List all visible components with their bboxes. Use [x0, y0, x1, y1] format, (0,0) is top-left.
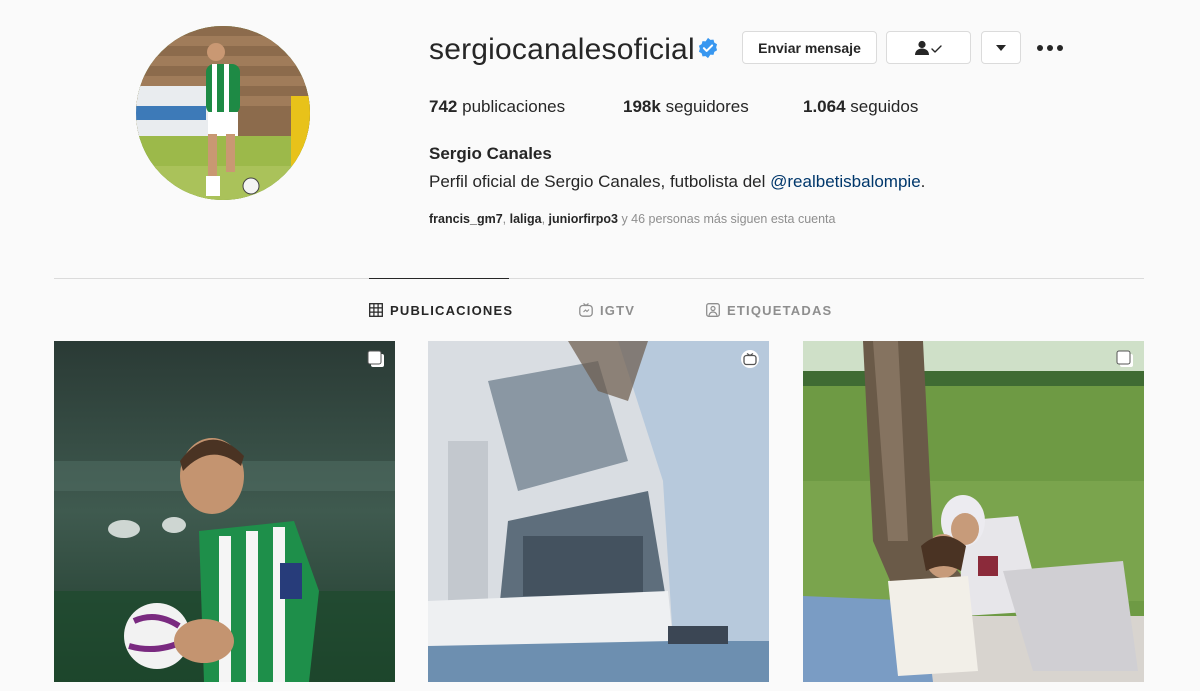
followed-by-suffix: y 46 personas más siguen esta cuenta: [617, 212, 836, 226]
carousel-icon: [1116, 350, 1133, 367]
send-message-button[interactable]: Enviar mensaje: [742, 31, 877, 64]
bio-mention-link[interactable]: @realbetisbalompie: [770, 172, 921, 191]
post-image: [428, 341, 769, 682]
followers-count-label: seguidores: [665, 97, 749, 116]
followed-by-separator: ,: [502, 212, 510, 226]
post-tile[interactable]: [54, 341, 395, 682]
posts-count-value: 742: [429, 97, 458, 116]
followers-count-value: 198k: [623, 97, 661, 116]
caret-down-icon: [996, 44, 1006, 51]
following-count[interactable]: 1.064 seguidos: [803, 96, 918, 118]
profile-bio: Perfil oficial de Sergio Canales, futbol…: [429, 171, 925, 193]
tab-label: ETIQUETADAS: [727, 302, 833, 318]
ellipsis-icon[interactable]: [1036, 38, 1064, 58]
tab-igtv[interactable]: IGTV: [579, 300, 635, 320]
user-check-icon: [914, 40, 942, 55]
igtv-icon: [741, 350, 759, 368]
followed-by-line[interactable]: francis_gm7, laliga, juniorfirpo3 y 46 p…: [429, 211, 835, 227]
tab-publicaciones[interactable]: PUBLICACIONES: [369, 300, 513, 320]
profile-username: sergiocanalesoficial: [429, 33, 695, 66]
followed-by-user[interactable]: francis_gm7: [429, 212, 503, 226]
tab-label: IGTV: [600, 302, 636, 318]
following-count-label: seguidos: [850, 97, 919, 116]
suggested-accounts-dropdown-button[interactable]: [981, 31, 1021, 64]
tab-label: PUBLICACIONES: [390, 302, 514, 318]
following-button[interactable]: [886, 31, 971, 64]
tabs-divider: [54, 278, 1144, 279]
followed-by-separator: ,: [541, 212, 549, 226]
followed-by-user[interactable]: laliga: [510, 212, 542, 226]
bio-text: Perfil oficial de Sergio Canales, futbol…: [429, 172, 771, 191]
avatar-photo: [136, 26, 310, 200]
post-tile[interactable]: [428, 341, 769, 682]
post-image: [803, 341, 1144, 682]
active-tab-indicator: [369, 278, 509, 279]
carousel-icon: [367, 350, 384, 367]
post-image: [54, 341, 395, 682]
tab-etiquetadas[interactable]: ETIQUETADAS: [706, 300, 832, 320]
profile-full-name: Sergio Canales: [429, 144, 552, 163]
post-tile[interactable]: [803, 341, 1144, 682]
igtv-icon: [579, 303, 593, 317]
followed-by-user[interactable]: juniorfirpo3: [549, 212, 618, 226]
verified-badge-icon: [698, 37, 718, 59]
following-count-value: 1.064: [803, 97, 846, 116]
followers-count[interactable]: 198k seguidores: [623, 96, 749, 118]
bio-suffix: .: [920, 172, 926, 191]
profile-avatar[interactable]: [136, 26, 310, 200]
tagged-icon: [706, 303, 720, 317]
posts-count-label: publicaciones: [462, 97, 566, 116]
grid-icon: [369, 303, 383, 317]
posts-count: 742 publicaciones: [429, 96, 565, 118]
